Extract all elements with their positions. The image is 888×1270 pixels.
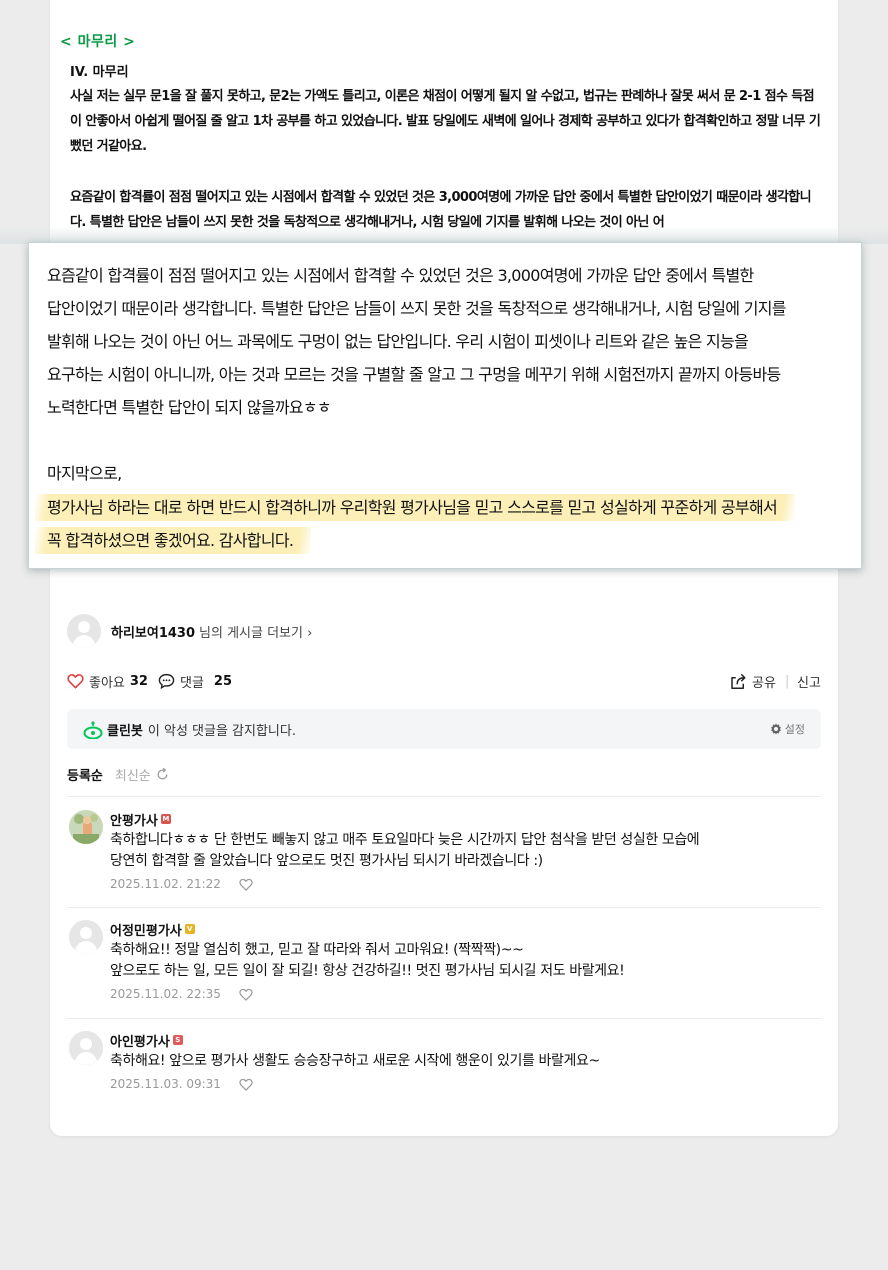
share-label: 공유 — [752, 675, 776, 691]
cleanbot-bar: 클린봇 이 악성 댓글을 감지합니다. 설정 — [67, 709, 821, 749]
highlighted-text: 평가사님 하라는 대로 하면 반드시 합격하니까 우리학원 평가사님을 믿고 스… — [35, 494, 795, 521]
section-tag: < 마무리 > — [60, 34, 136, 50]
like-count: 32 — [129, 673, 148, 689]
action-bar: 좋아요 32 댓글 25 공유 | 신고 — [67, 670, 821, 692]
avatar[interactable] — [67, 614, 101, 648]
comment-text: 축하해요! 앞으로 평가사 생활도 승승장구하고 새로운 시작에 행운이 있기를… — [110, 1053, 600, 1069]
comment-text: 앞으로도 하는 일, 모든 일이 잘 되길! 항상 건강하길!! 멋진 평가사님… — [110, 963, 625, 979]
zoom-line: 답안이었기 때문이라 생각합니다. 특별한 답안은 남들이 쓰지 못한 것을 독… — [47, 299, 786, 318]
heart-icon[interactable] — [239, 988, 253, 1001]
heart-icon — [67, 674, 84, 689]
comment-date: 2025.11.02. 22:35 — [110, 987, 221, 1001]
default-avatar-icon — [69, 1031, 103, 1065]
divider — [67, 907, 821, 908]
cleanbot-text: 이 악성 댓글을 감지합니다. — [147, 724, 296, 739]
comment-text: 당연히 합격할 줄 알았습니다 앞으로도 멋진 평가사님 되시기 바라겠습니다 … — [110, 853, 543, 869]
comment-count: 25 — [213, 673, 233, 689]
comment-text: 축하합니다ㅎㅎㅎ 단 한번도 빼놓지 않고 매주 토요일마다 늦은 시간까지 답… — [110, 832, 700, 848]
zoom-line: 발휘해 나오는 것이 아닌 어느 과목에도 구멍이 없는 답안입니다. 우리 시… — [47, 332, 749, 351]
zoom-line: 요구하는 시험이 아니니까, 아는 것과 모르는 것을 구별할 줄 알고 그 구… — [47, 365, 781, 384]
comment-text: 축하해요!! 정말 열심히 했고, 믿고 잘 따라와 줘서 고마워요! (짝짝짝… — [110, 942, 524, 958]
comment-nickname[interactable]: 안평가사 — [110, 810, 158, 829]
comment-button[interactable]: 댓글 25 — [158, 670, 232, 692]
closing-intro: 마지막으로, — [47, 464, 122, 483]
author-name[interactable]: 하리보여1430 — [111, 622, 195, 641]
comment-nickname[interactable]: 어정민평가사 — [110, 920, 182, 939]
cleanbot-icon — [83, 720, 103, 739]
highlighted-text: 꼭 합격하셨으면 좋겠어요. 감사합니다. — [35, 527, 312, 554]
zoom-line: 노력한다면 특별한 답안이 되지 않을까요ㅎㅎ — [47, 398, 332, 417]
author-more-label[interactable]: 님의 게시글 더보기 › — [199, 622, 312, 641]
report-button[interactable]: 신고 — [797, 670, 821, 692]
comment-icon — [158, 673, 175, 689]
cleanbot-settings-button[interactable]: 설정 — [770, 721, 805, 737]
divider — [67, 1018, 821, 1019]
zoomed-excerpt: 요즘같이 합격률이 점점 떨어지고 있는 시점에서 합격할 수 있었던 것은 3… — [28, 242, 862, 569]
like-label: 좋아요 — [89, 675, 125, 691]
comment-date: 2025.11.03. 09:31 — [110, 1077, 221, 1091]
comment-label: 댓글 — [180, 675, 204, 691]
zoom-line: 요즘같이 합격률이 점점 떨어지고 있는 시점에서 합격할 수 있었던 것은 3… — [47, 266, 754, 285]
vip-badge-icon: V — [184, 924, 195, 934]
separator: | — [785, 673, 790, 689]
heart-icon[interactable] — [239, 1078, 253, 1091]
staff-badge-icon: S — [172, 1035, 183, 1045]
profile-photo — [69, 810, 103, 844]
sort-latest-tab[interactable]: 최신순 — [115, 765, 151, 784]
comment-nickname[interactable]: 아인평가사 — [110, 1031, 170, 1050]
comment-date: 2025.11.02. 21:22 — [110, 877, 221, 891]
comment-sort: 등록순 최신순 — [67, 765, 170, 784]
cleanbot-name: 클린봇 — [107, 724, 143, 739]
author-more-link[interactable]: 하리보여1430 님의 게시글 더보기 › — [67, 614, 312, 648]
cleanbot-settings-label: 설정 — [784, 723, 805, 736]
avatar[interactable] — [69, 810, 103, 844]
default-avatar-icon — [69, 920, 103, 954]
heart-icon[interactable] — [239, 878, 253, 891]
article-paragraph: 사실 저는 실무 문1을 잘 풀지 못하고, 문2는 가액도 틀리고, 이론은 … — [70, 89, 821, 154]
refresh-icon[interactable] — [155, 767, 170, 782]
share-icon — [731, 673, 746, 689]
manager-badge-icon: M — [160, 814, 171, 824]
avatar[interactable] — [69, 1031, 103, 1065]
sort-registered-tab[interactable]: 등록순 — [67, 765, 103, 784]
gear-icon — [770, 723, 781, 735]
divider — [67, 796, 821, 797]
share-button[interactable]: 공유 — [729, 670, 776, 692]
like-button[interactable]: 좋아요 32 — [67, 670, 148, 692]
avatar[interactable] — [69, 920, 103, 954]
article-heading: IV. 마무리 — [70, 65, 129, 80]
